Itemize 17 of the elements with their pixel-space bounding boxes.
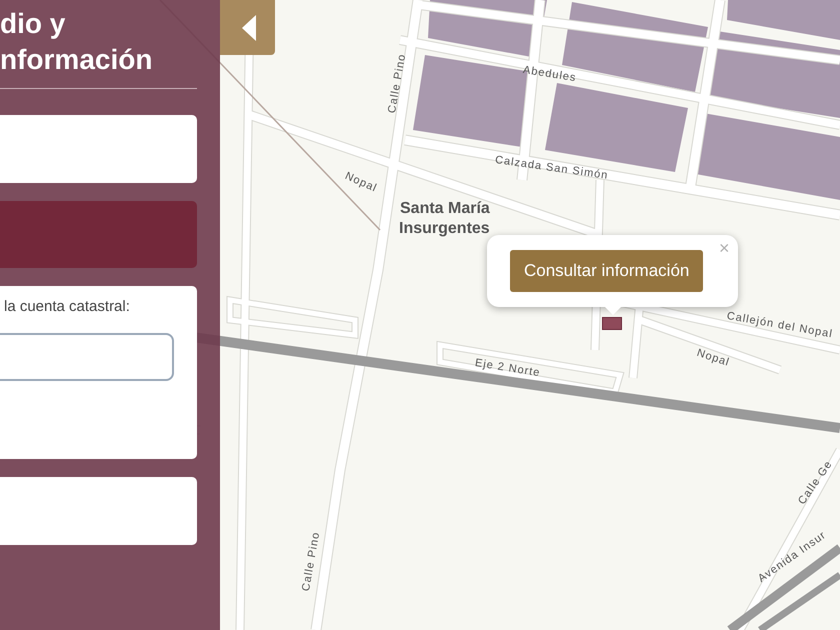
street-label: Calle Pino	[386, 52, 410, 114]
panel-title: dio y	[0, 7, 66, 41]
street-label: Eje 2 Norte	[474, 357, 542, 380]
district-label: Insurgentes	[399, 219, 490, 239]
street-label: Abedules	[522, 64, 578, 86]
cadastral-account-input[interactable]	[0, 332, 174, 380]
district-label: Santa María	[400, 199, 490, 219]
consult-info-button[interactable]: Consultar información	[510, 250, 704, 292]
parcel-marker	[602, 317, 622, 330]
field-label: la cuenta catastral:	[3, 297, 131, 317]
street-label: Calle Pino	[300, 530, 324, 592]
panel-title: nformación	[0, 43, 154, 77]
street-label: Callejón del Nopal	[726, 310, 834, 342]
street-label: Nopal	[694, 347, 732, 370]
street-label: Calzada San Simón	[494, 154, 610, 183]
collapse-panel-button[interactable]	[220, 0, 275, 55]
left-triangle-icon	[240, 14, 256, 40]
